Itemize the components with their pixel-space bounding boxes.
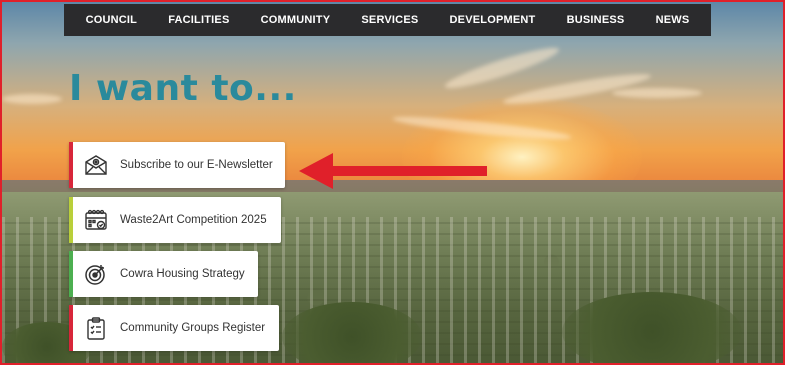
quick-link-housing-strategy[interactable]: Cowra Housing Strategy: [69, 251, 258, 297]
card-accent-bar: [69, 197, 73, 243]
envelope-icon: [83, 152, 109, 178]
nav-business[interactable]: BUSINESS: [567, 14, 625, 26]
quick-link-label: Subscribe to our E-Newsletter: [120, 159, 273, 171]
target-icon: [83, 261, 109, 287]
nav-development[interactable]: DEVELOPMENT: [450, 14, 536, 26]
page-heading: I want to...: [69, 68, 297, 109]
red-arrow-annotation: [299, 153, 487, 189]
quick-link-waste2art[interactable]: Waste2Art Competition 2025: [69, 197, 281, 243]
nav-facilities[interactable]: FACILITIES: [168, 14, 229, 26]
page-frame: COUNCIL FACILITIES COMMUNITY SERVICES DE…: [0, 0, 785, 365]
tree-cluster: [282, 302, 422, 363]
quick-link-community-groups[interactable]: Community Groups Register: [69, 305, 279, 351]
nav-council[interactable]: COUNCIL: [86, 14, 138, 26]
nav-news[interactable]: NEWS: [656, 14, 690, 26]
cloud: [612, 88, 702, 98]
card-accent-bar: [69, 305, 73, 351]
tree-cluster: [562, 292, 742, 363]
cloud: [2, 94, 62, 104]
quick-link-label: Waste2Art Competition 2025: [120, 214, 267, 226]
calendar-icon: [83, 207, 109, 233]
nav-services[interactable]: SERVICES: [361, 14, 418, 26]
card-accent-bar: [69, 251, 73, 297]
quick-link-label: Community Groups Register: [120, 322, 266, 334]
clipboard-icon: [83, 315, 109, 341]
main-navigation: COUNCIL FACILITIES COMMUNITY SERVICES DE…: [64, 4, 711, 36]
card-accent-bar: [69, 142, 73, 188]
quick-link-label: Cowra Housing Strategy: [120, 268, 245, 280]
nav-community[interactable]: COMMUNITY: [261, 14, 331, 26]
quick-link-newsletter[interactable]: Subscribe to our E-Newsletter: [69, 142, 285, 188]
